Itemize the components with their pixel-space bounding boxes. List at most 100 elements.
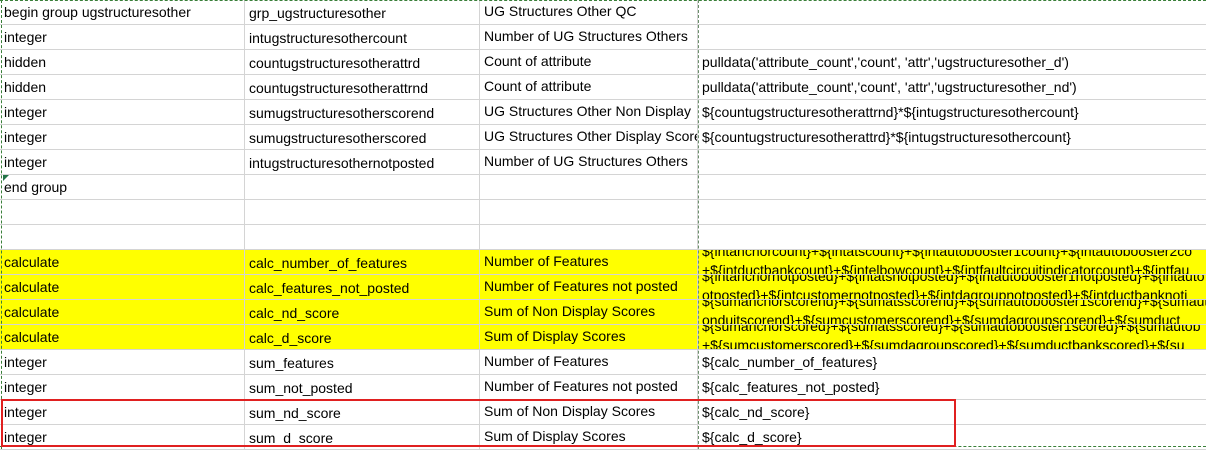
cell-label[interactable]: Number of UG Structures Others [480,150,698,175]
cell-label[interactable]: UG Structures Other Non Display [480,100,698,125]
cell-calculation[interactable] [698,0,1206,25]
cell-calculation[interactable] [698,175,1206,200]
cell-label[interactable]: UG Structures Other Display Score [480,125,698,150]
cell-type[interactable]: integer [0,375,245,400]
cell-type[interactable]: calculate [0,250,245,275]
cell-calculation-line2: +${sumcustomerscored}+${sumdagroupscored… [702,337,1185,350]
table-row: calculate calc_d_score Sum of Display Scor… [0,325,1206,350]
cell-type-text: calculate [4,329,60,345]
cell-calculation[interactable]: pulldata('attribute_count','count', 'att… [698,50,1206,75]
cell-label[interactable]: Number of Features not posted [480,375,698,400]
cell-calculation-text: ${countugstructuresotherattrnd}*${intugs… [702,104,1079,120]
cell-label-text: Count of attribute [484,78,592,94]
cell-label[interactable]: Count of attribute [480,75,698,100]
cell-label[interactable]: Number of Features not posted [480,275,698,300]
cell-type[interactable]: hidden [0,75,245,100]
cell-name-text: sumugstructuresotherscored [249,130,427,146]
cell-label-text: Number of Features not posted [484,378,678,394]
table-row: calculate calc_nd_score Sum of Non Display… [0,300,1206,325]
table-row: hidden countugstructuresotherattrnd Count … [0,75,1206,100]
cell-type[interactable]: integer [0,400,245,425]
cell-type[interactable]: calculate [0,300,245,325]
cell-calculation-text: pulldata('attribute_count','count', 'att… [702,54,1069,70]
cell-type[interactable]: integer [0,125,245,150]
cell-name[interactable] [245,175,480,200]
cell-name[interactable]: countugstructuresotherattrd [245,50,480,75]
cell-type-text: integer [4,104,47,120]
copy-marquee-left [1,0,2,449]
cell-type[interactable]: integer [0,25,245,50]
cell-name[interactable] [245,200,480,225]
cell-type[interactable]: end group [0,175,245,200]
cell-label[interactable]: Sum of Display Scores [480,325,698,350]
cell-type[interactable]: integer [0,100,245,125]
cell-calculation-line2: onduitscorend}+${sumcustomerscorend}+${s… [702,312,1181,325]
cell-name-text: intugstructuresothernotposted [249,155,435,171]
cell-calculation[interactable] [698,200,1206,225]
cell-calculation[interactable]: ${sumanchorscorend}+${sumatsscorend}+${s… [698,300,1206,325]
cell-calculation[interactable]: pulldata('attribute_count','count', 'att… [698,75,1206,100]
cell-label[interactable] [480,200,698,225]
cell-label[interactable] [480,225,698,250]
cell-calculation[interactable]: ${calc_nd_score} [698,400,1206,425]
cell-type-text: calculate [4,279,60,295]
cell-name[interactable]: sum_features [245,350,480,375]
cell-calculation[interactable]: ${countugstructuresotherattrnd}*${intugs… [698,100,1206,125]
cell-name-text: calc_features_not_posted [249,280,410,296]
cell-name[interactable]: calc_nd_score [245,300,480,325]
cell-type[interactable]: integer [0,350,245,375]
copy-marquee-column-edge [698,0,699,449]
cell-calculation[interactable] [698,150,1206,175]
cell-name[interactable]: countugstructuresotherattrnd [245,75,480,100]
cell-label[interactable]: Sum of Non Display Scores [480,400,698,425]
cell-name[interactable]: sum_not_posted [245,375,480,400]
cell-name[interactable]: sumugstructuresotherscorend [245,100,480,125]
cell-type-text: integer [4,154,47,170]
cell-name[interactable]: sum_nd_score [245,400,480,425]
cell-label[interactable]: Number of Features [480,250,698,275]
cell-name-text: sum_nd_score [249,405,341,421]
cell-label[interactable]: Number of UG Structures Others [480,25,698,50]
cell-name[interactable]: calc_number_of_features [245,250,480,275]
cell-calculation[interactable] [698,25,1206,50]
cell-name[interactable]: calc_d_score [245,325,480,350]
cell-calculation[interactable] [698,225,1206,250]
cell-calculation[interactable]: ${countugstructuresotherattrd}*${intugst… [698,125,1206,150]
cell-label-text: UG Structures Other Non Display [484,103,691,119]
cell-label[interactable] [480,175,698,200]
cell-calculation[interactable]: ${intanchorcount}+${intatscount}+${intau… [698,250,1206,275]
cell-name-text: intugstructuresothercount [249,30,407,46]
cell-name[interactable]: sumugstructuresotherscored [245,125,480,150]
cell-label[interactable]: Count of attribute [480,50,698,75]
cell-name[interactable]: intugstructuresothercount [245,25,480,50]
copy-marquee-bottom [0,446,1206,447]
cell-label-text: UG Structures Other Display Score [484,128,698,144]
table-row: calculate calc_number_of_features Number o… [0,250,1206,275]
cell-type-text: begin group ugstructuresother [4,4,191,20]
cell-type[interactable]: calculate [0,325,245,350]
cell-calculation[interactable]: ${calc_features_not_posted} [698,375,1206,400]
cell-type-text: integer [4,129,47,145]
cell-label[interactable]: UG Structures Other QC [480,0,698,25]
table-row: integer sumugstructuresotherscored UG Stru… [0,125,1206,150]
cell-type[interactable]: integer [0,150,245,175]
cell-type[interactable] [0,225,245,250]
cell-label[interactable]: Number of Features [480,350,698,375]
cell-name-text: calc_d_score [249,330,332,346]
cell-name[interactable] [245,225,480,250]
cell-calculation[interactable]: ${sumanchorscored}+${sumatsscored}+${sum… [698,325,1206,350]
cell-name[interactable]: calc_features_not_posted [245,275,480,300]
cell-name-text: countugstructuresotherattrnd [249,80,428,96]
cell-name[interactable]: intugstructuresothernotposted [245,150,480,175]
cell-type[interactable]: hidden [0,50,245,75]
cell-label[interactable]: Sum of Non Display Scores [480,300,698,325]
cell-calculation-text: ${calc_number_of_features} [702,354,878,370]
cell-name[interactable]: grp_ugstructuresother [245,0,480,25]
table-row: integer sum_nd_score Sum of Non Display Sc… [0,400,1206,425]
cell-calculation[interactable]: ${intanchornotposted}+${intatsnotposted}… [698,275,1206,300]
cell-type[interactable]: begin group ugstructuresother [0,0,245,25]
cell-calculation-line2: +${intductbankcount}+${intelbowcount}+${… [702,262,1190,275]
cell-calculation[interactable]: ${calc_number_of_features} [698,350,1206,375]
cell-type[interactable]: calculate [0,275,245,300]
cell-type[interactable] [0,200,245,225]
